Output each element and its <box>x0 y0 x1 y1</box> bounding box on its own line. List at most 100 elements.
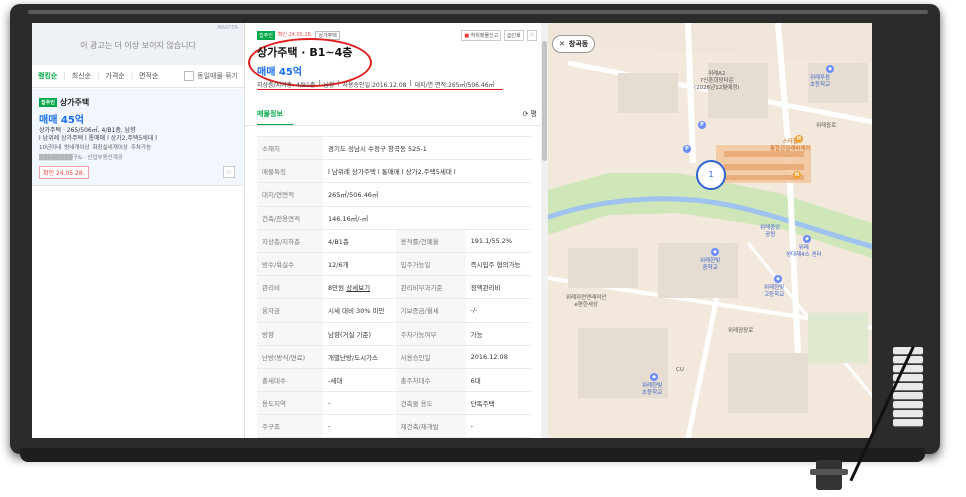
info-key: 총주차대수 <box>395 367 466 392</box>
sort-area[interactable]: 면적순 <box>139 71 158 81</box>
info-row: 관리비 8만원 상세보기 관리비부과기준 정액관리비 <box>257 275 531 299</box>
detail-panel: 집주인 확인 24.05.28. 상가주택 ■ 허위매물신고 ⎙인쇄 ☆ 상가주… <box>245 23 542 438</box>
school-icon[interactable]: ◆ <box>826 65 834 73</box>
summary-divider: | <box>318 80 321 87</box>
card-title-text: 상가주택 <box>59 98 90 107</box>
close-icon[interactable]: ✕ <box>559 40 565 48</box>
region-chip[interactable]: ✕ 창곡동 <box>552 35 596 53</box>
info-value: 4/B1층 <box>323 228 396 253</box>
info-value-text: 265㎡/506.46㎡ <box>328 191 379 200</box>
star-icon[interactable]: ☆ <box>223 166 235 178</box>
info-row: 방향 남향(거실 기준) 주차가능여부 가능 <box>257 321 531 346</box>
info-row: 총세대수 -세대 총주차대수 6대 <box>257 367 531 392</box>
report-button[interactable]: ■ 허위매물신고 <box>461 30 502 41</box>
info-value: 2016.12.08 <box>465 344 531 369</box>
info-value: 265㎡/506.46㎡ <box>323 182 531 207</box>
detail-scrollbar[interactable] <box>541 23 548 438</box>
ad-master-label: MASTER <box>217 25 238 31</box>
print-button[interactable]: ⎙인쇄 <box>504 30 524 41</box>
sort-bar: 랭킹순 | 최신순 | 가격순 | 면적순 동일매물 묶기 <box>32 65 244 88</box>
map-view[interactable]: ✕ 창곡동 위례A2 7신혼희망타운 (2026년12월예정) 위례푸른 초등학교… <box>548 23 872 438</box>
card-tags: 10년이내 방네개이상 화장실네개이상 주차가능 <box>39 143 151 151</box>
summary-area: 대지/연 면적:265㎡/506.46㎡ <box>414 82 495 89</box>
summary-divider: | <box>337 80 340 87</box>
info-key: 관리비 <box>257 275 323 299</box>
school-icon[interactable]: ◆ <box>803 235 811 243</box>
info-value-text: - <box>328 399 331 408</box>
info-value: - <box>465 414 531 438</box>
tab-listing-info[interactable]: 매물정보 <box>257 109 283 119</box>
detail-summary: 지상층/지하층: 4/B1층 | 남향 | 사용승인일:2016.12.08 |… <box>257 80 495 89</box>
info-value-text: - <box>328 422 331 431</box>
info-value: 시세 대비 30% 미만 <box>323 298 396 322</box>
info-key: 지상층/지하층 <box>257 228 323 253</box>
scroll-thumb[interactable] <box>542 41 547 161</box>
info-value: 경기도 성남시 수정구 창곡동 525-1 <box>323 135 531 160</box>
school-icon[interactable]: ◆ <box>650 373 658 381</box>
map-label: 위례A2 7신혼희망타운 (2026년12월예정) <box>694 71 740 91</box>
info-value-text: -세대 <box>328 376 343 385</box>
info-value: 가능 <box>465 321 531 346</box>
info-value: 정액관리비 <box>465 275 531 299</box>
sort-divider: | <box>63 72 66 80</box>
hospital-icon[interactable]: H <box>793 171 801 179</box>
sort-ranking[interactable]: 랭킹순 <box>38 71 57 81</box>
region-name: 창곡동 <box>568 40 589 48</box>
info-value: 146.16㎡/-㎡ <box>323 205 531 230</box>
listing-card[interactable]: 집주인 상가주택 매매 45억 상가주택 · 265/506㎡, 4/B1층, … <box>32 89 243 186</box>
info-row: 소재지 경기도 성남시 수정구 창곡동 525-1 <box>257 135 531 160</box>
info-value: -/- <box>465 298 531 322</box>
siren-icon: ■ <box>464 33 470 39</box>
sort-price[interactable]: 가격순 <box>105 71 124 81</box>
map-label: 위례푸른 초등학교 <box>810 75 831 88</box>
listing-info-table: 소재지 경기도 성남시 수정구 창곡동 525-1 매물특징 l 남위례 상가주택 l… <box>257 135 531 438</box>
info-row: 주구조 - 재건축/재개발 - <box>257 414 531 438</box>
detail-price: 매매 45억 <box>257 67 302 78</box>
pyeong-toggle[interactable]: ⟳ 평 <box>522 109 537 119</box>
favorite-button[interactable]: ☆ <box>526 30 537 41</box>
card-tag: 10년이내 <box>39 145 62 151</box>
info-value: 8만원 상세보기 <box>323 275 396 299</box>
group-checkbox[interactable] <box>184 71 195 81</box>
info-value: 즉시입주 협의가능 <box>465 251 531 276</box>
info-value-text: 남향(거실 기준) <box>328 330 372 339</box>
hospital-icon[interactable]: H <box>795 135 803 143</box>
info-key: 대지/연면적 <box>257 182 323 207</box>
info-key: 방향 <box>257 321 323 346</box>
info-value-text: 개별난방/도시가스 <box>328 353 379 362</box>
info-value: - <box>323 414 396 438</box>
marker-tray <box>20 448 925 462</box>
info-value-text: 시세 대비 30% 미만 <box>328 307 385 316</box>
info-value: 191.1/55.2% <box>465 228 531 253</box>
card-tag: 화장실네개이상 <box>92 145 128 151</box>
parking-icon[interactable]: P <box>683 145 691 153</box>
red-underline-annotation <box>257 89 503 90</box>
map-label: 위례한빛 중학교 <box>700 258 721 271</box>
info-key: 융자금 <box>257 298 323 322</box>
parking-icon[interactable]: P <box>698 121 706 129</box>
info-key: 총세대수 <box>257 367 323 392</box>
listing-cluster-marker[interactable]: 1 <box>696 160 726 190</box>
info-value-text: 146.16㎡/-㎡ <box>328 214 369 223</box>
sort-divider: | <box>130 72 134 80</box>
info-value: -세대 <box>323 367 396 392</box>
card-price: 매매 45억 <box>39 115 84 126</box>
report-label: 허위매물신고 <box>470 33 499 39</box>
map-label: 스타힐 통합관절래바케어 <box>770 139 811 152</box>
card-tag: 주차가능 <box>130 145 152 151</box>
ad-banner: MASTER 이 광고는 더 이상 보이지 않습니다 <box>32 23 244 65</box>
listing-panel: MASTER 이 광고는 더 이상 보이지 않습니다 랭킹순 | 최신순 | 가… <box>32 23 245 438</box>
owner-badge: 집주인 <box>39 98 57 107</box>
summary-divider: | <box>409 80 412 87</box>
school-icon[interactable]: ◆ <box>711 248 719 256</box>
school-icon[interactable]: ◆ <box>774 275 782 283</box>
detail-link[interactable]: 상세보기 <box>346 284 370 292</box>
star-icon: ☆ <box>529 32 534 38</box>
group-same-listing[interactable]: 동일매물 묶기 <box>184 71 238 81</box>
info-value-text: 경기도 성남시 수정구 창곡동 525-1 <box>328 145 427 154</box>
map-label: 위례광장로 <box>728 328 754 334</box>
mount-knob <box>810 460 848 490</box>
sort-latest[interactable]: 최신순 <box>72 71 91 81</box>
info-value: 단독주택 <box>465 391 531 415</box>
card-tag: 방네개이상 <box>64 145 90 151</box>
